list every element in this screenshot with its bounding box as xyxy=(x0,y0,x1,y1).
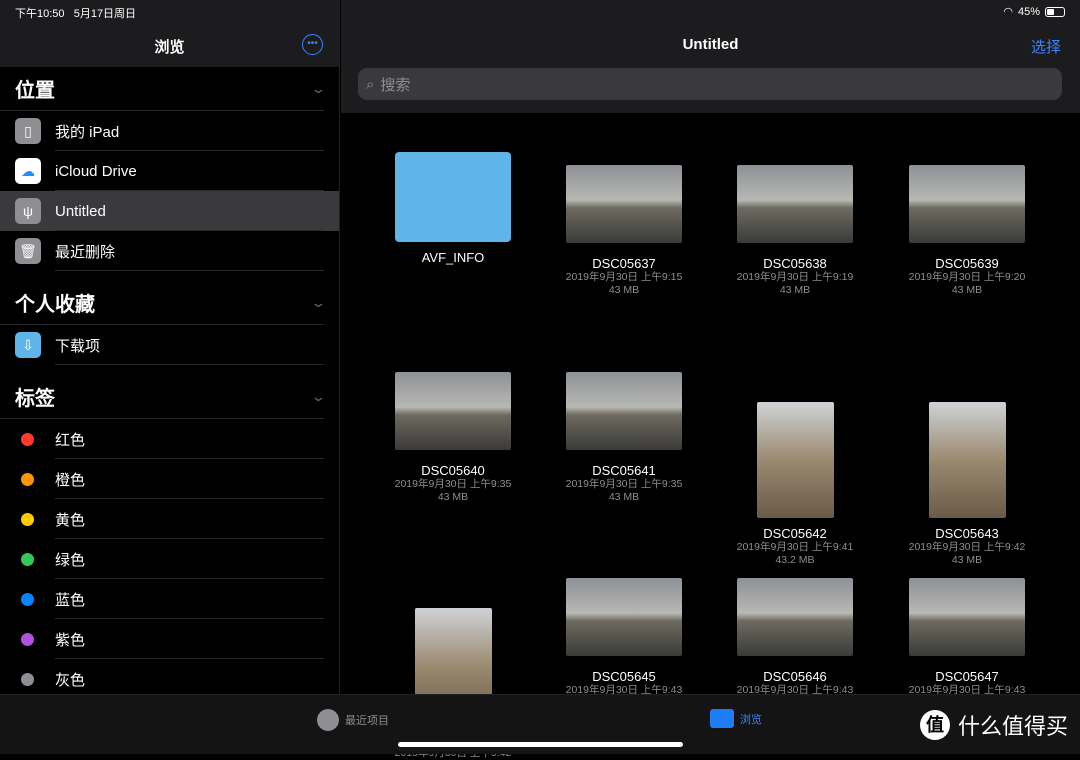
tag-dot-icon xyxy=(21,472,34,486)
file-date: 2019年9月30日 上午9:20 xyxy=(908,271,1026,283)
tab-recents[interactable]: 最近项目 xyxy=(317,709,389,731)
file-name: AVF_INFO xyxy=(421,250,485,265)
file-item[interactable]: DSC05638 2019年9月30日 上午9:19 43 MB xyxy=(710,140,880,297)
file-name: DSC05641 xyxy=(592,463,656,478)
icloud-icon: ☁ xyxy=(15,158,41,184)
tag-dot-icon xyxy=(21,432,34,446)
tab-browse-label: 浏览 xyxy=(740,713,762,726)
photo-thumbnail xyxy=(566,165,682,243)
select-button[interactable]: 选择 xyxy=(1031,36,1061,57)
tag-dot-icon xyxy=(21,552,34,566)
sidebar-title: 浏览 xyxy=(154,39,185,56)
sidebar-item[interactable]: 紫色 xyxy=(0,619,339,659)
status-time: 下午10:50 xyxy=(15,8,65,20)
tag-dot-icon xyxy=(21,672,34,686)
file-size: 43 MB xyxy=(951,284,983,296)
file-item[interactable]: DSC05645 2019年9月30日 上午9:43 xyxy=(539,553,709,697)
sidebar-item[interactable]: ☁ iCloud Drive xyxy=(0,151,339,191)
battery-icon xyxy=(1045,6,1065,17)
search-input[interactable]: ⌕ 搜索 xyxy=(358,68,1062,100)
file-item[interactable]: DSC05647 2019年9月30日 上午9:43 xyxy=(882,553,1052,697)
file-name: DSC05637 xyxy=(592,256,656,271)
file-item[interactable]: DSC05643 2019年9月30日 上午9:42 43 MB xyxy=(882,402,1052,567)
sidebar-item[interactable]: 橙色 xyxy=(0,459,339,499)
file-size: 43 MB xyxy=(608,491,640,503)
chevron-down-icon: ⌄ xyxy=(310,294,327,310)
file-name: DSC05639 xyxy=(935,256,999,271)
file-size: 43 MB xyxy=(437,491,469,503)
status-date: 5月17日周日 xyxy=(73,8,137,20)
sidebar-item[interactable]: 绿色 xyxy=(0,539,339,579)
file-size: 43 MB xyxy=(779,284,811,296)
sidebar: 浏览 ••• 位置 ⌄ ▯ 我的 iPad ☁ iCloud Drive ψ Untitled 🗑… xyxy=(0,0,340,699)
file-name: DSC05646 xyxy=(763,669,827,684)
section-header[interactable]: 个人收藏 ⌄ xyxy=(0,281,327,325)
file-name: DSC05645 xyxy=(592,669,656,684)
search-icon: ⌕ xyxy=(366,75,375,93)
photo-thumbnail xyxy=(737,165,853,243)
file-date: 2019年9月30日 上午9:35 xyxy=(565,478,683,490)
tag-dot-icon xyxy=(21,632,34,646)
sidebar-item[interactable]: ψ Untitled xyxy=(0,191,339,231)
file-name: DSC05647 xyxy=(935,669,999,684)
file-item[interactable]: DSC05640 2019年9月30日 上午9:35 43 MB xyxy=(368,347,538,504)
tag-dot-icon xyxy=(21,512,34,526)
tag-dot-icon xyxy=(21,592,34,606)
file-item[interactable]: DSC05639 2019年9月30日 上午9:20 43 MB xyxy=(882,140,1052,297)
sidebar-item[interactable]: ▯ 我的 iPad xyxy=(0,111,339,151)
file-size: 43 MB xyxy=(608,284,640,296)
file-item[interactable]: DSC05646 2019年9月30日 上午9:43 xyxy=(710,553,880,697)
usb-icon: ψ xyxy=(15,198,41,224)
photo-thumbnail xyxy=(909,165,1025,243)
file-item[interactable]: DSC05641 2019年9月30日 上午9:35 43 MB xyxy=(539,347,709,504)
file-item[interactable]: DSC05642 2019年9月30日 上午9:41 43.2 MB xyxy=(710,402,880,567)
sidebar-item[interactable]: 蓝色 xyxy=(0,579,339,619)
file-name: DSC05643 xyxy=(935,526,999,541)
photo-thumbnail xyxy=(928,402,1006,518)
file-name: DSC05640 xyxy=(421,463,485,478)
photo-thumbnail xyxy=(909,578,1025,656)
tab-bar: 最近项目 浏览 值什么值得买 xyxy=(0,694,1080,754)
sidebar-item[interactable]: 灰色 xyxy=(0,659,339,699)
ipad-icon: ▯ xyxy=(15,118,41,144)
search-placeholder: 搜索 xyxy=(380,76,411,94)
chevron-down-icon: ⌄ xyxy=(310,388,327,404)
more-options-button[interactable]: ••• xyxy=(302,34,323,55)
folder-icon xyxy=(710,709,734,728)
section-header[interactable]: 标签 ⌄ xyxy=(0,375,327,419)
folder-icon xyxy=(395,152,511,242)
photo-thumbnail xyxy=(737,578,853,656)
battery-percent: 45% xyxy=(1017,5,1040,18)
file-date: 2019年9月30日 上午9:15 xyxy=(565,271,683,283)
file-name: DSC05638 xyxy=(763,256,827,271)
file-name: DSC05642 xyxy=(763,526,827,541)
main-pane: Untitled 选择 ⌕ 搜索 AVF_INFO DSC05637 2019年9月… xyxy=(341,0,1080,759)
file-date: 2019年9月30日 上午9:19 xyxy=(736,271,854,283)
status-bar: 下午10:50 5月17日周日 ◠ 45% xyxy=(0,0,1080,22)
photo-thumbnail xyxy=(566,578,682,656)
section-header[interactable]: 位置 ⌄ xyxy=(0,67,327,111)
photo-thumbnail xyxy=(566,372,682,450)
file-item[interactable]: DSC05637 2019年9月30日 上午9:15 43 MB xyxy=(539,140,709,297)
folder-download-icon: ⇩ xyxy=(15,332,41,358)
trash-icon: 🗑 xyxy=(15,238,41,264)
tab-recents-label: 最近项目 xyxy=(345,715,389,727)
tab-browse[interactable]: 浏览 xyxy=(710,709,762,728)
photo-thumbnail xyxy=(756,402,834,518)
sidebar-item[interactable]: 红色 xyxy=(0,419,339,459)
file-item[interactable]: AVF_INFO xyxy=(368,140,538,265)
page-title: Untitled xyxy=(682,36,739,53)
watermark-logo: 值什么值得买 xyxy=(919,709,1068,741)
sidebar-item[interactable]: ⇩ 下载项 xyxy=(0,325,339,365)
photo-thumbnail xyxy=(395,372,511,450)
chevron-down-icon: ⌄ xyxy=(310,80,327,96)
file-date: 2019年9月30日 上午9:35 xyxy=(394,478,512,490)
wifi-icon: ◠ xyxy=(1003,6,1013,18)
sidebar-item[interactable]: 🗑 最近删除 xyxy=(0,231,339,271)
clock-icon xyxy=(317,709,339,731)
sidebar-item[interactable]: 黄色 xyxy=(0,499,339,539)
home-indicator xyxy=(398,742,683,747)
